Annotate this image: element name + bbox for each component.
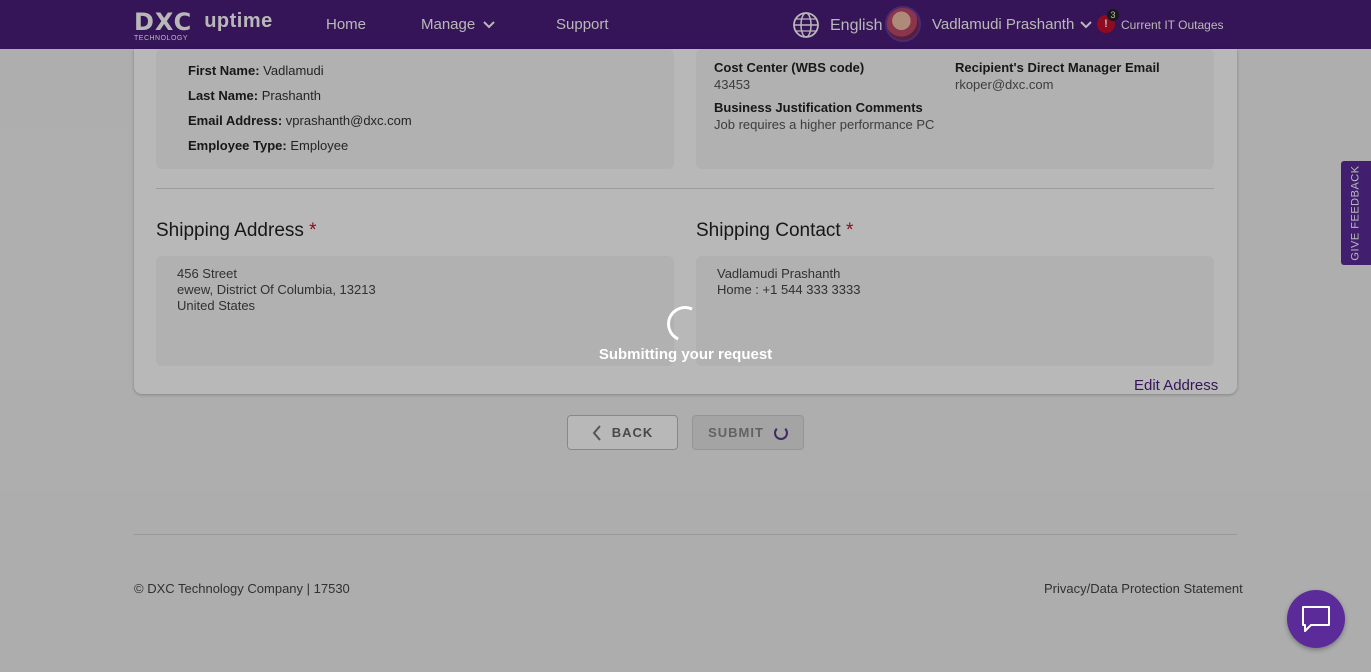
- submitting-message: Submitting your request: [598, 346, 773, 363]
- chat-button[interactable]: [1287, 590, 1345, 648]
- chat-bubble-icon: [1302, 606, 1330, 632]
